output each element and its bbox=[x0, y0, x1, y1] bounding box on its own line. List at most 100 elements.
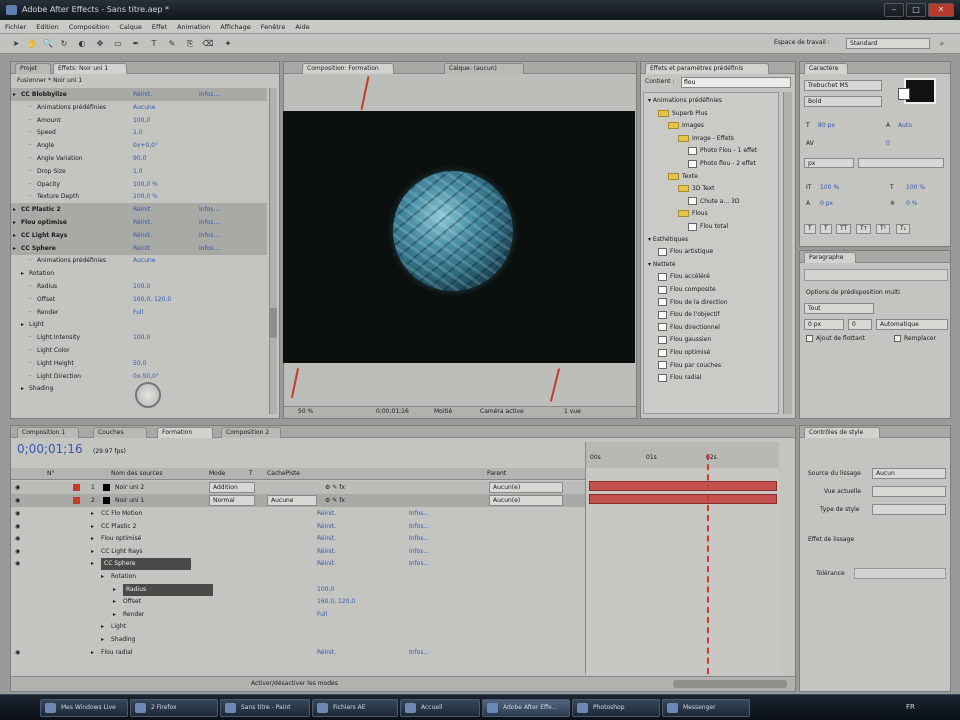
timeline-effect-row[interactable]: ◉ ▸ Flou radial Réinit. Infos... bbox=[11, 647, 585, 659]
hanging-checkbox[interactable] bbox=[806, 335, 813, 342]
expand-arrow-icon[interactable]: ▸ bbox=[101, 634, 104, 646]
selection-tool-icon[interactable]: ➤ bbox=[10, 38, 22, 50]
effect-property-row[interactable]: · Speed 1,0 bbox=[11, 126, 267, 139]
horizontal-scale-value[interactable]: 100 % bbox=[906, 184, 925, 191]
paragraph-alignment-bar[interactable] bbox=[804, 269, 948, 281]
menu-composition[interactable]: Composition bbox=[64, 20, 115, 34]
font-family-dropdown[interactable]: Trebuchet MS bbox=[804, 80, 882, 91]
preset-item[interactable]: Flou optimisé bbox=[658, 347, 710, 359]
about-link[interactable]: Infos... bbox=[409, 647, 429, 659]
trackmatte-dropdown[interactable]: Aucune bbox=[267, 495, 317, 506]
timeline-property-row[interactable]: ▸ Rotation bbox=[11, 571, 585, 583]
reset-link[interactable]: Réinit. bbox=[317, 546, 336, 558]
rotate-tool-icon[interactable]: ↻ bbox=[58, 38, 70, 50]
preset-item[interactable]: ▾ Netteté bbox=[648, 259, 676, 271]
menu-edition[interactable]: Edition bbox=[31, 20, 64, 34]
search-icon[interactable]: ⌕ bbox=[936, 38, 948, 50]
layer-name[interactable]: Noir uni 2 bbox=[115, 481, 144, 494]
toggle-modes-label[interactable]: Activer/désactiver les modes bbox=[251, 680, 338, 687]
timeline-layer-row[interactable]: ◉ 2 Noir uni 1 Normal Aucune ⚙ ✎ fx Aucun(e) bbox=[11, 494, 585, 507]
preset-item[interactable]: ▾ Esthétiques bbox=[648, 234, 688, 246]
leading-value[interactable]: Auto bbox=[898, 122, 912, 129]
expand-arrow-icon[interactable]: ▸ bbox=[91, 647, 94, 659]
reset-link[interactable]: Réinit. bbox=[317, 533, 336, 545]
effect-row[interactable]: ▸ CC Plastic 2 Réinit. Infos... bbox=[11, 203, 267, 217]
preset-item[interactable]: Flou accéléré bbox=[658, 271, 710, 283]
expand-arrow-icon[interactable]: · bbox=[29, 114, 31, 127]
views-dropdown[interactable]: 1 vue bbox=[564, 408, 581, 415]
time-ruler[interactable]: 00s 01s 02s bbox=[585, 442, 779, 468]
property-value[interactable]: 90,0 bbox=[133, 152, 146, 165]
reset-link[interactable]: Réinit. bbox=[133, 88, 152, 101]
effect-property-row[interactable]: · Light Intensity 100,0 bbox=[11, 331, 267, 344]
current-time-indicator[interactable] bbox=[707, 454, 709, 674]
resolution-dropdown[interactable]: Moitié bbox=[434, 408, 452, 415]
expand-arrow-icon[interactable]: · bbox=[29, 165, 31, 178]
pen-tool-icon[interactable]: ✒ bbox=[130, 38, 142, 50]
tab-composition-1[interactable]: Composition 1 bbox=[17, 427, 79, 438]
about-link[interactable]: Infos... bbox=[409, 508, 429, 520]
tab-effets[interactable]: Effets: Noir uni 1 bbox=[53, 63, 127, 74]
layer-name[interactable]: Noir uni 1 bbox=[115, 494, 144, 507]
expand-arrow-icon[interactable]: ▸ bbox=[113, 596, 116, 608]
indent-field[interactable]: 0 px bbox=[804, 319, 844, 330]
task-after-effects[interactable]: Adobe After Effe... bbox=[482, 699, 570, 717]
expand-arrow-icon[interactable]: · bbox=[29, 344, 31, 357]
effect-property-row[interactable]: · Angle Variation 90,0 bbox=[11, 152, 267, 165]
expand-arrow-icon[interactable]: ▸ bbox=[13, 216, 16, 229]
preset-item[interactable]: Flou composite bbox=[658, 284, 716, 296]
expand-arrow-icon[interactable]: · bbox=[29, 370, 31, 383]
space-field[interactable]: 0 bbox=[848, 319, 872, 330]
expand-arrow-icon[interactable]: ▸ bbox=[91, 546, 94, 558]
preset-item[interactable]: Flou radial bbox=[658, 372, 701, 384]
visibility-eye-icon[interactable]: ◉ bbox=[15, 481, 20, 494]
menu-fenetre[interactable]: Fenêtre bbox=[256, 20, 291, 34]
effect-row[interactable]: ▸ Flou optimisé Réinit. Infos... bbox=[11, 216, 267, 229]
minimize-button[interactable]: – bbox=[884, 3, 904, 17]
timeline-timecode[interactable]: 0;00;01;16 bbox=[17, 442, 83, 456]
task-photoshop[interactable]: Photoshop bbox=[572, 699, 660, 717]
tab-composition-2[interactable]: Composition 2 bbox=[221, 427, 281, 438]
tab-projet[interactable]: Projet bbox=[15, 63, 51, 74]
timeline-property-row[interactable]: ▸ Render Full bbox=[11, 609, 585, 621]
expand-arrow-icon[interactable]: · bbox=[29, 190, 31, 203]
faux-italic-button[interactable]: T bbox=[820, 224, 832, 234]
effect-property-row[interactable]: · Animations prédéfinies Aucune bbox=[11, 101, 267, 114]
timeline-zoom-slider[interactable] bbox=[673, 680, 787, 688]
stroke-order-dropdown[interactable] bbox=[858, 158, 944, 168]
layer-switches-icon[interactable]: ⚙ ✎ fx bbox=[325, 481, 345, 494]
preset-item[interactable]: Photo flou - 2 effet bbox=[688, 158, 756, 170]
expand-arrow-icon[interactable]: ▸ bbox=[91, 508, 94, 520]
smoothing-source-dropdown[interactable]: Aucun bbox=[872, 468, 946, 479]
preset-item[interactable]: 3D Text bbox=[678, 183, 714, 195]
preset-item[interactable]: Flou total bbox=[688, 221, 728, 233]
comp-timecode[interactable]: 0;00;01;16 bbox=[376, 408, 409, 415]
expand-arrow-icon[interactable]: · bbox=[29, 280, 31, 293]
zoom-tool-icon[interactable]: 🔍 bbox=[42, 38, 54, 50]
maximize-button[interactable]: □ bbox=[906, 3, 926, 17]
expand-arrow-icon[interactable]: ▸ bbox=[113, 584, 116, 596]
about-link[interactable]: Infos... bbox=[409, 558, 429, 570]
expand-arrow-icon[interactable]: ▸ bbox=[13, 242, 16, 255]
expand-arrow-icon[interactable]: · bbox=[29, 306, 31, 319]
effect-property-row[interactable]: · Opacity 100,0 % bbox=[11, 178, 267, 191]
close-button[interactable]: ✕ bbox=[928, 3, 954, 17]
expand-arrow-icon[interactable]: ▸ bbox=[21, 267, 24, 280]
font-style-dropdown[interactable]: Bold bbox=[804, 96, 882, 107]
property-value[interactable]: 50,0 bbox=[133, 357, 146, 370]
task-paint[interactable]: Sans titre - Paint bbox=[220, 699, 310, 717]
property-value[interactable]: 1,0 bbox=[133, 126, 143, 139]
clone-tool-icon[interactable]: ⎘ bbox=[184, 38, 196, 50]
menu-calque[interactable]: Calque bbox=[114, 20, 147, 34]
presets-scrollbar[interactable] bbox=[783, 92, 792, 414]
property-value[interactable]: 100,0 bbox=[133, 280, 150, 293]
timeline-effect-row[interactable]: ◉ ▸ CC Light Rays Réinit. Infos... bbox=[11, 546, 585, 558]
reset-link[interactable]: Réinit. bbox=[317, 558, 336, 570]
reset-link[interactable]: Réinit. bbox=[317, 508, 336, 520]
expand-arrow-icon[interactable]: · bbox=[29, 139, 31, 152]
timeline-property-row[interactable]: ▸ Offset 160,0, 120,0 bbox=[11, 596, 585, 608]
effect-property-row[interactable]: · Offset 160,0, 120,0 bbox=[11, 293, 267, 306]
align-dropdown[interactable]: Tout bbox=[804, 303, 874, 314]
expand-arrow-icon[interactable]: · bbox=[29, 293, 31, 306]
effect-row[interactable]: ▸ CC Sphere Réinit. Infos... bbox=[11, 241, 267, 255]
